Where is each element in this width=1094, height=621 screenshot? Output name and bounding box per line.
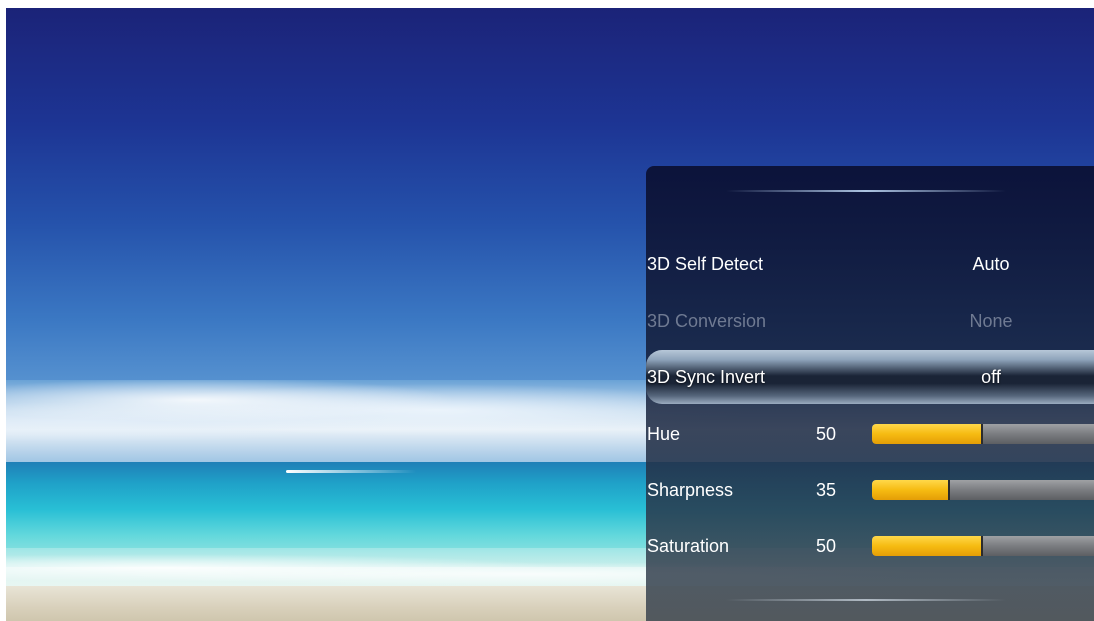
menu-item-value: off [981,367,1001,387]
slider-row-sharpness[interactable]: Sharpness 35 [646,465,1094,515]
slider-row-hue[interactable]: Hue 50 [646,409,1094,459]
slider-row-saturation[interactable]: Saturation 50 [646,521,1094,571]
menu-item-label: 3D Self Detect [647,254,764,274]
slider-value: 35 [816,480,837,500]
slider-value: 50 [816,424,837,444]
menu-item-value: None [969,311,1013,331]
slider-fill [872,424,983,444]
tv-screen: 3D Self Detect Auto 3D Conversion None 3… [6,8,1094,621]
slider-label: Hue [647,424,681,444]
3d-settings-panel: 3D Self Detect Auto 3D Conversion None 3… [646,166,1094,621]
menu-item-3d-sync-invert[interactable]: 3D Sync Invert off [646,350,1094,404]
hue-slider[interactable] [872,424,1094,444]
menu-item-3d-self-detect[interactable]: 3D Self Detect Auto [646,239,1094,289]
slider-label: Saturation [647,536,730,556]
slider-fill [872,536,983,556]
slider-fill [872,480,950,500]
menu-item-label: 3D Sync Invert [647,367,766,387]
saturation-slider[interactable] [872,536,1094,556]
menu-item-value: Auto [972,254,1010,274]
menu-item-label: 3D Conversion [647,311,767,331]
slider-label: Sharpness [647,480,734,500]
menu-item-3d-conversion: 3D Conversion None [646,296,1094,346]
panel-bottom-divider [726,599,1006,601]
sharpness-slider[interactable] [872,480,1094,500]
boat-wake [286,470,416,473]
slider-value: 50 [816,536,837,556]
panel-top-divider [726,190,1006,192]
